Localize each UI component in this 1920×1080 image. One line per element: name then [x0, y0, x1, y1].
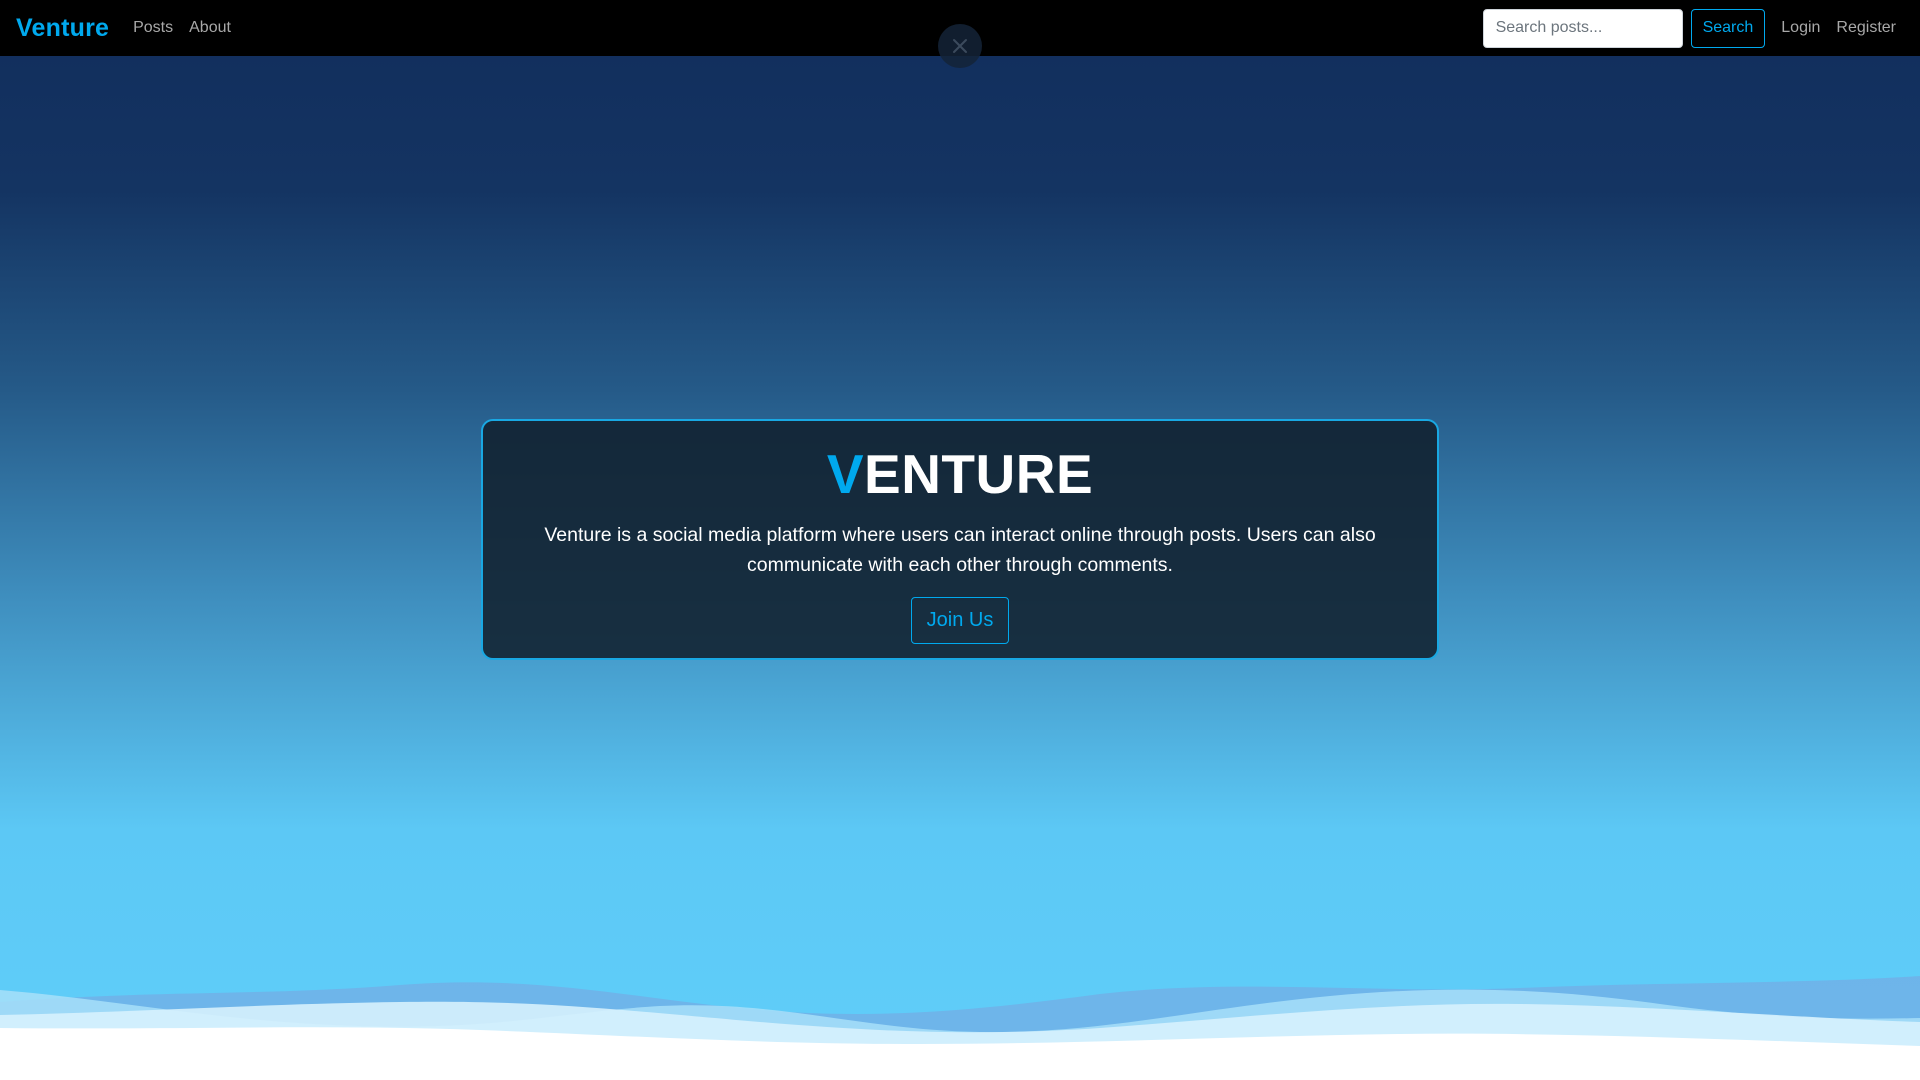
hero-card: VENTURE Venture is a social media platfo… — [481, 419, 1439, 660]
hero-description: Venture is a social media platform where… — [544, 524, 1376, 576]
hero-title-rest: ENTURE — [864, 443, 1094, 505]
nav-links: Posts About — [133, 19, 231, 37]
hero-title-accent: V — [826, 443, 865, 505]
nav-right: Search Login Register — [1482, 8, 1904, 48]
nav-link-about[interactable]: About — [189, 19, 231, 37]
register-link[interactable]: Register — [1836, 19, 1896, 37]
nav-link-posts[interactable]: Posts — [133, 19, 173, 37]
hero-title: VENTURE — [827, 447, 1093, 502]
brand-logo[interactable]: Venture — [16, 14, 109, 43]
wave-decoration — [0, 976, 1920, 1080]
close-button[interactable] — [938, 24, 982, 68]
join-us-button[interactable]: Join Us — [910, 597, 1010, 644]
search-input[interactable] — [1482, 8, 1683, 48]
close-icon — [953, 39, 967, 53]
search-button[interactable]: Search — [1690, 8, 1766, 48]
login-link[interactable]: Login — [1781, 19, 1820, 37]
